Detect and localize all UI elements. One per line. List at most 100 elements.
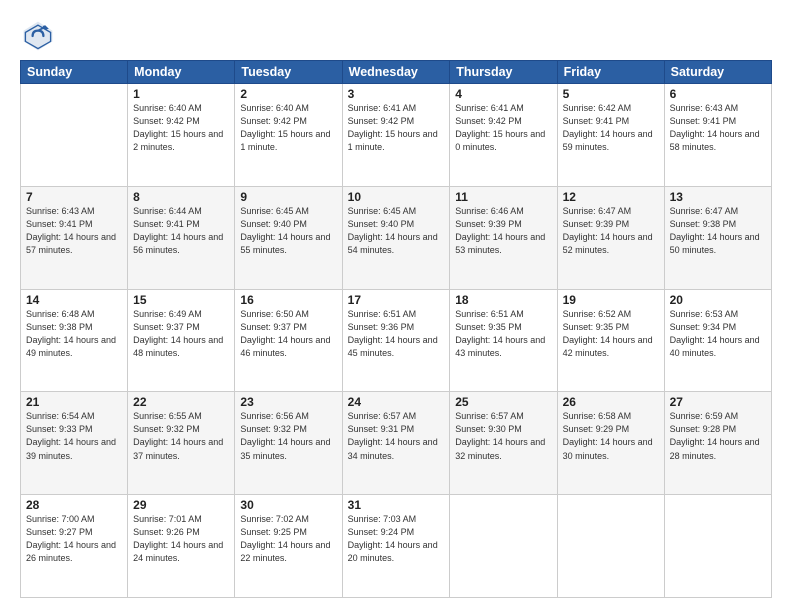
day-number: 29 xyxy=(133,498,229,512)
calendar-cell: 8Sunrise: 6:44 AMSunset: 9:41 PMDaylight… xyxy=(128,186,235,289)
day-info: Sunrise: 6:57 AMSunset: 9:30 PMDaylight:… xyxy=(455,410,551,462)
day-info: Sunrise: 6:47 AMSunset: 9:38 PMDaylight:… xyxy=(670,205,766,257)
calendar-cell: 25Sunrise: 6:57 AMSunset: 9:30 PMDayligh… xyxy=(450,392,557,495)
calendar-cell: 19Sunrise: 6:52 AMSunset: 9:35 PMDayligh… xyxy=(557,289,664,392)
calendar-cell: 20Sunrise: 6:53 AMSunset: 9:34 PMDayligh… xyxy=(664,289,771,392)
calendar-cell: 6Sunrise: 6:43 AMSunset: 9:41 PMDaylight… xyxy=(664,84,771,187)
header xyxy=(20,18,772,54)
calendar-cell: 12Sunrise: 6:47 AMSunset: 9:39 PMDayligh… xyxy=(557,186,664,289)
weekday-header-thursday: Thursday xyxy=(450,61,557,84)
day-number: 16 xyxy=(240,293,336,307)
day-info: Sunrise: 6:41 AMSunset: 9:42 PMDaylight:… xyxy=(455,102,551,154)
calendar-cell xyxy=(21,84,128,187)
day-number: 31 xyxy=(348,498,445,512)
day-info: Sunrise: 6:48 AMSunset: 9:38 PMDaylight:… xyxy=(26,308,122,360)
day-info: Sunrise: 6:43 AMSunset: 9:41 PMDaylight:… xyxy=(26,205,122,257)
weekday-header-saturday: Saturday xyxy=(664,61,771,84)
day-info: Sunrise: 7:02 AMSunset: 9:25 PMDaylight:… xyxy=(240,513,336,565)
calendar-week-row: 7Sunrise: 6:43 AMSunset: 9:41 PMDaylight… xyxy=(21,186,772,289)
calendar-week-row: 21Sunrise: 6:54 AMSunset: 9:33 PMDayligh… xyxy=(21,392,772,495)
day-number: 8 xyxy=(133,190,229,204)
day-info: Sunrise: 6:58 AMSunset: 9:29 PMDaylight:… xyxy=(563,410,659,462)
calendar-cell: 10Sunrise: 6:45 AMSunset: 9:40 PMDayligh… xyxy=(342,186,450,289)
calendar-cell: 13Sunrise: 6:47 AMSunset: 9:38 PMDayligh… xyxy=(664,186,771,289)
calendar-cell: 16Sunrise: 6:50 AMSunset: 9:37 PMDayligh… xyxy=(235,289,342,392)
calendar-cell: 14Sunrise: 6:48 AMSunset: 9:38 PMDayligh… xyxy=(21,289,128,392)
day-info: Sunrise: 6:49 AMSunset: 9:37 PMDaylight:… xyxy=(133,308,229,360)
calendar-week-row: 28Sunrise: 7:00 AMSunset: 9:27 PMDayligh… xyxy=(21,495,772,598)
day-info: Sunrise: 6:51 AMSunset: 9:35 PMDaylight:… xyxy=(455,308,551,360)
calendar-cell: 5Sunrise: 6:42 AMSunset: 9:41 PMDaylight… xyxy=(557,84,664,187)
day-info: Sunrise: 6:57 AMSunset: 9:31 PMDaylight:… xyxy=(348,410,445,462)
calendar-cell: 3Sunrise: 6:41 AMSunset: 9:42 PMDaylight… xyxy=(342,84,450,187)
day-number: 15 xyxy=(133,293,229,307)
weekday-header-monday: Monday xyxy=(128,61,235,84)
day-info: Sunrise: 6:46 AMSunset: 9:39 PMDaylight:… xyxy=(455,205,551,257)
calendar-cell: 2Sunrise: 6:40 AMSunset: 9:42 PMDaylight… xyxy=(235,84,342,187)
weekday-header-tuesday: Tuesday xyxy=(235,61,342,84)
weekday-header-wednesday: Wednesday xyxy=(342,61,450,84)
calendar-cell: 22Sunrise: 6:55 AMSunset: 9:32 PMDayligh… xyxy=(128,392,235,495)
day-info: Sunrise: 7:03 AMSunset: 9:24 PMDaylight:… xyxy=(348,513,445,565)
day-number: 10 xyxy=(348,190,445,204)
day-number: 5 xyxy=(563,87,659,101)
day-info: Sunrise: 6:50 AMSunset: 9:37 PMDaylight:… xyxy=(240,308,336,360)
calendar-cell: 28Sunrise: 7:00 AMSunset: 9:27 PMDayligh… xyxy=(21,495,128,598)
day-number: 3 xyxy=(348,87,445,101)
calendar-cell: 1Sunrise: 6:40 AMSunset: 9:42 PMDaylight… xyxy=(128,84,235,187)
logo-icon xyxy=(20,18,56,54)
day-number: 30 xyxy=(240,498,336,512)
page: SundayMondayTuesdayWednesdayThursdayFrid… xyxy=(0,0,792,612)
day-info: Sunrise: 6:47 AMSunset: 9:39 PMDaylight:… xyxy=(563,205,659,257)
calendar-table: SundayMondayTuesdayWednesdayThursdayFrid… xyxy=(20,60,772,598)
calendar-cell xyxy=(557,495,664,598)
day-number: 14 xyxy=(26,293,122,307)
day-number: 28 xyxy=(26,498,122,512)
day-number: 21 xyxy=(26,395,122,409)
calendar-cell: 7Sunrise: 6:43 AMSunset: 9:41 PMDaylight… xyxy=(21,186,128,289)
calendar-cell xyxy=(450,495,557,598)
day-info: Sunrise: 6:59 AMSunset: 9:28 PMDaylight:… xyxy=(670,410,766,462)
day-number: 6 xyxy=(670,87,766,101)
calendar-cell: 26Sunrise: 6:58 AMSunset: 9:29 PMDayligh… xyxy=(557,392,664,495)
day-info: Sunrise: 7:00 AMSunset: 9:27 PMDaylight:… xyxy=(26,513,122,565)
day-number: 19 xyxy=(563,293,659,307)
calendar-cell: 29Sunrise: 7:01 AMSunset: 9:26 PMDayligh… xyxy=(128,495,235,598)
day-number: 22 xyxy=(133,395,229,409)
day-number: 4 xyxy=(455,87,551,101)
day-number: 25 xyxy=(455,395,551,409)
weekday-header-friday: Friday xyxy=(557,61,664,84)
weekday-header-row: SundayMondayTuesdayWednesdayThursdayFrid… xyxy=(21,61,772,84)
day-number: 1 xyxy=(133,87,229,101)
calendar-cell: 31Sunrise: 7:03 AMSunset: 9:24 PMDayligh… xyxy=(342,495,450,598)
day-info: Sunrise: 6:52 AMSunset: 9:35 PMDaylight:… xyxy=(563,308,659,360)
day-info: Sunrise: 6:45 AMSunset: 9:40 PMDaylight:… xyxy=(348,205,445,257)
day-info: Sunrise: 7:01 AMSunset: 9:26 PMDaylight:… xyxy=(133,513,229,565)
day-info: Sunrise: 6:41 AMSunset: 9:42 PMDaylight:… xyxy=(348,102,445,154)
calendar-cell: 17Sunrise: 6:51 AMSunset: 9:36 PMDayligh… xyxy=(342,289,450,392)
day-number: 27 xyxy=(670,395,766,409)
day-info: Sunrise: 6:55 AMSunset: 9:32 PMDaylight:… xyxy=(133,410,229,462)
day-number: 12 xyxy=(563,190,659,204)
day-number: 20 xyxy=(670,293,766,307)
day-info: Sunrise: 6:51 AMSunset: 9:36 PMDaylight:… xyxy=(348,308,445,360)
calendar-cell: 15Sunrise: 6:49 AMSunset: 9:37 PMDayligh… xyxy=(128,289,235,392)
calendar-cell: 18Sunrise: 6:51 AMSunset: 9:35 PMDayligh… xyxy=(450,289,557,392)
calendar-cell: 11Sunrise: 6:46 AMSunset: 9:39 PMDayligh… xyxy=(450,186,557,289)
calendar-week-row: 1Sunrise: 6:40 AMSunset: 9:42 PMDaylight… xyxy=(21,84,772,187)
calendar-cell: 30Sunrise: 7:02 AMSunset: 9:25 PMDayligh… xyxy=(235,495,342,598)
day-number: 17 xyxy=(348,293,445,307)
calendar-cell xyxy=(664,495,771,598)
day-info: Sunrise: 6:44 AMSunset: 9:41 PMDaylight:… xyxy=(133,205,229,257)
day-number: 9 xyxy=(240,190,336,204)
calendar-cell: 9Sunrise: 6:45 AMSunset: 9:40 PMDaylight… xyxy=(235,186,342,289)
day-info: Sunrise: 6:43 AMSunset: 9:41 PMDaylight:… xyxy=(670,102,766,154)
day-info: Sunrise: 6:53 AMSunset: 9:34 PMDaylight:… xyxy=(670,308,766,360)
day-info: Sunrise: 6:54 AMSunset: 9:33 PMDaylight:… xyxy=(26,410,122,462)
day-number: 2 xyxy=(240,87,336,101)
calendar-cell: 4Sunrise: 6:41 AMSunset: 9:42 PMDaylight… xyxy=(450,84,557,187)
day-number: 24 xyxy=(348,395,445,409)
day-number: 13 xyxy=(670,190,766,204)
logo xyxy=(20,18,62,54)
calendar-cell: 21Sunrise: 6:54 AMSunset: 9:33 PMDayligh… xyxy=(21,392,128,495)
